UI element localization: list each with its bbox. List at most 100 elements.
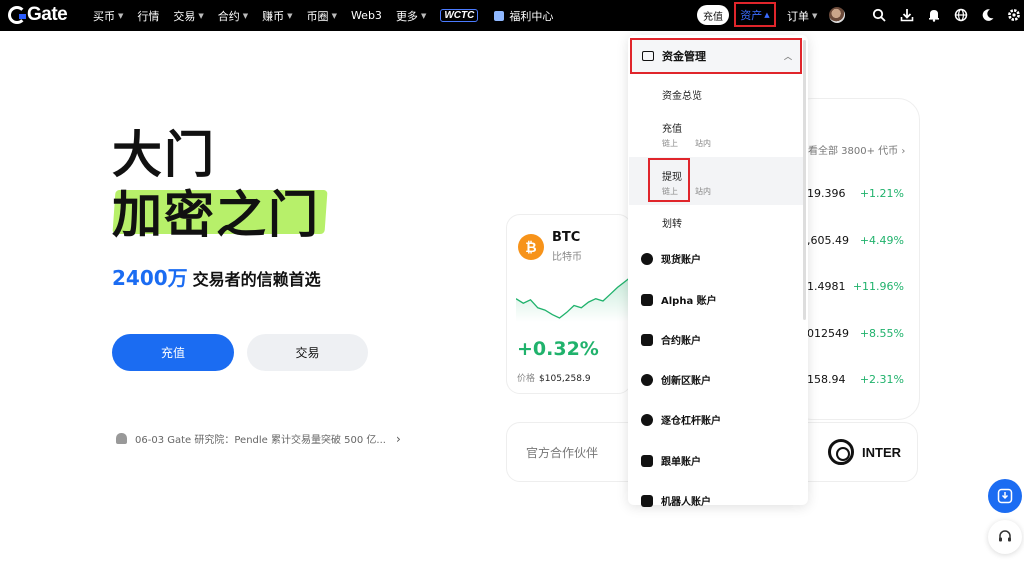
chevron-right-icon: › [395,431,401,446]
top-navigation-bar: Gate 买币 ▼ 行情 交易 ▼ 合约 ▼ 赚币 ▼ 币圈 ▼ Web3 更多 ▼ WCT… [0,0,1024,31]
inter-name: INTER [862,444,901,460]
nav-label: 行情 [137,9,160,23]
spot-account-item[interactable]: 现货账户 [641,251,701,266]
nav-item-more[interactable]: 更多 ▼ [396,8,426,24]
btc-price-row: 价格 $105,258.9 [517,371,591,384]
bot-account-item[interactable]: 机器人账户 [641,493,711,508]
market-row[interactable]: $158.94 +2.31% [800,373,904,386]
nav-item-community[interactable]: 币圈 ▼ [307,8,337,24]
dropdown-scrollbar[interactable] [803,40,806,320]
assets-menu-button[interactable]: 资产 ▲ [734,2,776,27]
copy-trading-account-item[interactable]: 跟单账户 [641,453,701,468]
wctc-promo-badge[interactable]: WCTC [440,9,479,22]
inter-partner-logo[interactable]: INTER [828,439,901,465]
nav-label: 赚币 [262,9,285,23]
announcement-text: 06-03 Gate 研究院：Pendle 累计交易量突破 500 亿... [135,435,386,446]
market-row[interactable]: 0012549 +8.55% [800,327,904,340]
nav-item-futures[interactable]: 合约 ▼ [218,8,248,24]
btc-symbol: BTC [552,230,581,245]
wallet-card-icon [642,51,654,61]
welfare-center-link[interactable]: 福利中心 [494,8,553,24]
btc-change: +0.32% [517,338,599,360]
chevron-down-icon: ▼ [242,11,249,20]
btc-price: $105,258.9 [539,374,591,384]
header-deposit-button[interactable]: 充值 [697,5,729,25]
account-label: 现货账户 [661,255,701,266]
market-row[interactable]: 2,605.49 +4.49% [800,234,904,247]
partner-label: 官方合作伙伴 [526,446,599,460]
nav-item-earn[interactable]: 赚币 ▼ [262,8,292,24]
nav-label: 合约 [217,9,240,23]
chevron-right-icon: › [901,146,906,157]
users-tagline: 交易者的信赖首选 [192,270,321,289]
search-icon[interactable] [872,8,886,22]
market-change: +1.21% [859,187,904,200]
futures-account-item[interactable]: 合约账户 [641,332,701,347]
dropdown-item-overview[interactable]: 资金总览 [662,87,702,102]
hero-title-line2: 加密之门 [112,186,320,244]
headset-icon [999,530,1011,542]
account-label: 合约账户 [661,336,701,347]
btc-name: 比特币 [552,252,582,263]
inter-logo-icon [828,439,854,465]
orders-label: 订单 [787,9,809,23]
hero-subline: 2400万 交易者的信赖首选 [112,262,321,291]
chevron-down-icon: ▼ [198,11,204,20]
market-change: +11.96% [852,280,904,293]
market-row[interactable]: $19.396 +1.21% [800,187,904,200]
hero-title-line1: 大门 [112,126,216,184]
bell-icon[interactable] [927,8,941,22]
main-nav: 买币 ▼ 行情 交易 ▼ 合约 ▼ 赚币 ▼ 币圈 ▼ Web3 更多 ▼ WCTC 福利中… [93,0,553,31]
view-all-label: 看全部 3800+ 代币 [808,146,899,157]
assets-dropdown [628,35,808,505]
floating-download-button[interactable] [988,479,1022,513]
dark-mode-icon[interactable] [981,8,995,22]
deposit-onchain-link[interactable]: 链上 [662,138,678,149]
nav-item-trade[interactable]: 交易 ▼ [173,8,203,24]
download-icon[interactable] [900,8,914,22]
market-row[interactable]: $1.4981 +11.96% [800,280,904,293]
hero-trade-button[interactable]: 交易 [247,334,368,371]
chevron-down-icon: ▼ [331,11,337,20]
account-label: 逐仓杠杆账户 [661,416,721,427]
assets-label: 资产 [740,8,763,22]
robot-icon [641,494,653,507]
nav-label: 币圈 [306,9,329,23]
innovation-account-icon [641,373,653,386]
futures-account-icon [641,333,653,346]
bitcoin-icon: ₿ [518,234,544,260]
margin-account-item[interactable]: 逐仓杠杆账户 [641,412,721,427]
chevron-down-icon: ▼ [420,11,427,20]
gate-logo[interactable]: Gate [8,4,68,26]
nav-item-buy-crypto[interactable]: 买币 ▼ [93,8,123,24]
account-label: 创新区账户 [661,376,711,387]
hero-deposit-button[interactable]: 充值 [112,334,234,371]
dropdown-item-transfer[interactable]: 划转 [662,215,682,230]
logo-text: Gate [27,4,68,25]
globe-icon[interactable] [954,8,968,22]
withdraw-internal-link[interactable]: 站内 [695,186,711,197]
orders-menu-button[interactable]: 订单 ▼ [787,0,817,31]
fund-management-header[interactable]: 资金管理 ︿ [630,38,802,74]
deposit-internal-link[interactable]: 站内 [695,138,711,149]
chevron-down-icon: ▼ [118,11,124,20]
settings-icon[interactable] [1007,8,1021,22]
btc-sparkline [516,275,632,322]
nav-label: 买币 [93,9,115,23]
alpha-account-item[interactable]: Alpha 账户 [641,292,717,307]
market-change: +2.31% [859,373,904,386]
welfare-label: 福利中心 [509,9,554,23]
margin-account-icon [641,413,653,426]
nav-item-web3[interactable]: Web3 [351,9,382,22]
view-all-tokens-link[interactable]: 看全部 3800+ 代币 › [808,142,905,157]
chevron-up-icon: ▲ [764,10,770,19]
market-change: +8.55% [859,327,904,340]
withdraw-highlight-box [648,158,690,202]
innovation-account-item[interactable]: 创新区账户 [641,372,711,387]
nav-item-markets[interactable]: 行情 [137,8,159,24]
dropdown-item-deposit[interactable]: 充值 [662,120,682,135]
announcement-ticker[interactable]: 06-03 Gate 研究院：Pendle 累计交易量突破 500 亿... › [116,431,401,446]
sparkline-area [516,276,632,322]
user-avatar[interactable] [829,7,845,23]
floating-support-button[interactable] [988,520,1022,554]
